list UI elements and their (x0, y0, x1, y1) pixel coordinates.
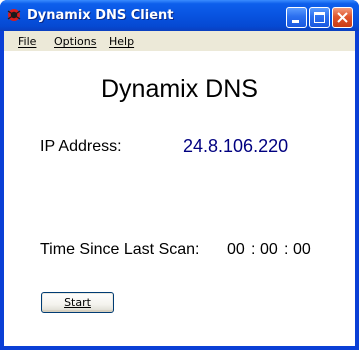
minimize-button[interactable] (286, 7, 307, 28)
timer-separator: : (251, 241, 256, 258)
start-button[interactable]: Start (41, 292, 114, 313)
time-since-scan-label: Time Since Last Scan: (40, 241, 200, 258)
start-button-label: Start (64, 296, 91, 309)
menu-bar: File Options Help (4, 31, 355, 51)
title-bar[interactable]: Dynamix DNS Client (0, 0, 359, 31)
app-heading: Dynamix DNS (101, 75, 258, 103)
timer-seconds: 00 (293, 241, 311, 258)
menu-options[interactable]: Options (54, 35, 96, 48)
ip-address-label: IP Address: (40, 138, 122, 155)
app-window: Dynamix DNS Client File Options Help Dyn… (0, 0, 359, 350)
dynamix-app-icon (7, 9, 21, 21)
close-icon (337, 12, 348, 23)
timer-separator: : (284, 241, 289, 258)
maximize-button[interactable] (309, 7, 330, 28)
minimize-icon (292, 20, 299, 23)
window-title: Dynamix DNS Client (27, 8, 174, 23)
menu-file[interactable]: File (18, 35, 36, 48)
ip-address-value: 24.8.106.220 (183, 136, 289, 156)
timer-hours: 00 (227, 241, 245, 258)
timer-minutes: 00 (260, 241, 278, 258)
maximize-icon (314, 12, 325, 23)
close-button[interactable] (332, 7, 353, 28)
menu-help[interactable]: Help (109, 35, 134, 48)
client-area: File Options Help Dynamix DNS IP Address… (4, 31, 355, 346)
